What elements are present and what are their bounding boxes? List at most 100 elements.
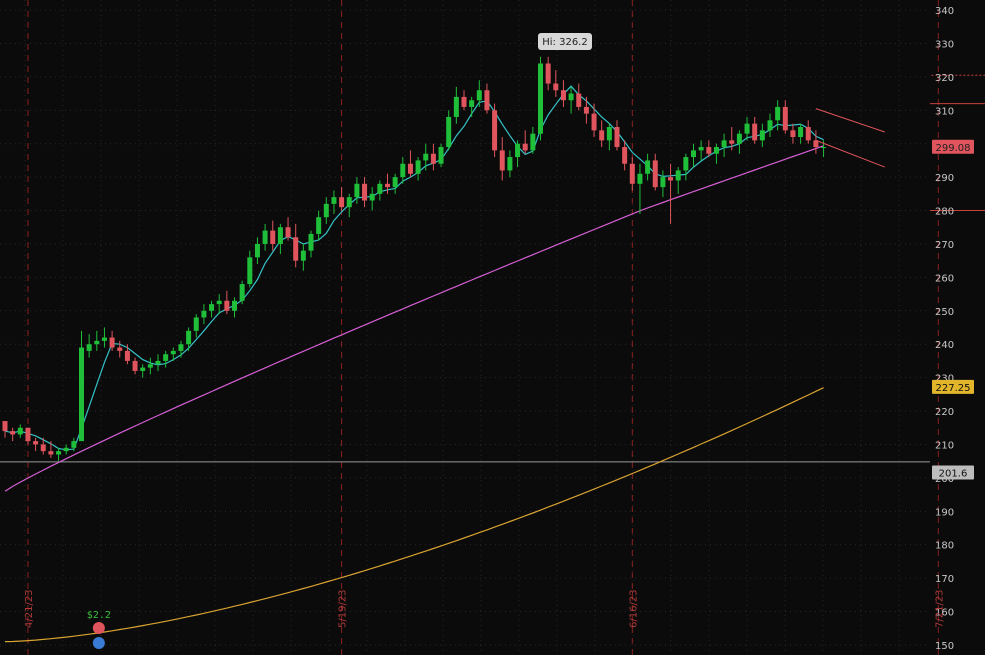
candle-up: [507, 157, 513, 171]
candle-up: [775, 106, 781, 121]
candle-down: [132, 360, 138, 371]
stock-chart[interactable]: 1501601701801902002102202302402502602702…: [0, 0, 985, 655]
candle-up: [660, 177, 666, 188]
candle-up: [736, 133, 742, 144]
candle-down: [499, 150, 505, 171]
y-tick-label: 260: [935, 273, 954, 284]
candle-up: [247, 257, 253, 285]
candle-up: [683, 157, 689, 171]
candle-up: [476, 90, 482, 101]
candle-up: [262, 230, 268, 244]
candle-down: [33, 441, 39, 445]
date-label: 7/21/23: [934, 589, 945, 628]
candle-up: [377, 183, 383, 194]
candle-down: [285, 227, 291, 238]
candle-up: [400, 163, 406, 178]
candle-down: [805, 126, 811, 141]
candle-up: [193, 317, 199, 331]
candle-up: [392, 177, 398, 188]
y-tick-label: 310: [935, 106, 954, 117]
candle-up: [759, 130, 765, 141]
candle-down: [706, 147, 712, 154]
trend-channel-line: [815, 139, 885, 168]
candle-up: [721, 140, 727, 148]
candle-down: [293, 237, 299, 261]
candle-down: [652, 160, 658, 188]
candles: [2, 56, 827, 462]
dividend-label: $2.2: [87, 610, 111, 621]
high-label: Hi: 326.2: [542, 37, 587, 48]
y-tick-label: 220: [935, 407, 954, 418]
candle-up: [147, 364, 153, 368]
candle-up: [86, 344, 92, 351]
candle-up: [56, 451, 62, 455]
candle-down: [729, 140, 735, 144]
candle-up: [645, 160, 651, 174]
candle-down: [790, 130, 796, 138]
candle-down: [407, 163, 413, 174]
y-tick-label: 280: [935, 207, 954, 218]
candle-up: [94, 340, 100, 345]
y-tick-label: 210: [935, 440, 954, 451]
y-tick-label: 250: [935, 307, 954, 318]
candle-up: [316, 217, 322, 234]
candle-up: [323, 203, 329, 218]
candle-up: [163, 354, 169, 361]
candle-up: [254, 243, 260, 258]
candle-up: [606, 126, 612, 141]
candle-down: [522, 143, 528, 151]
candle-up: [354, 183, 360, 198]
candle-down: [668, 177, 674, 181]
y-tick-label: 290: [935, 173, 954, 184]
candle-up: [744, 123, 750, 134]
candle-up: [423, 153, 429, 161]
candle-down: [270, 230, 276, 244]
candle-down: [430, 153, 436, 164]
date-markers: [27, 0, 939, 655]
candle-up: [216, 300, 222, 305]
candle-up: [331, 197, 337, 204]
candle-up: [568, 93, 574, 101]
candle-down: [2, 421, 8, 432]
candle-up: [767, 120, 773, 131]
candle-down: [10, 431, 16, 435]
candle-up: [530, 133, 536, 151]
candle-up: [178, 344, 184, 351]
candlestick-chart-svg[interactable]: 1501601701801902002102202302402502602702…: [0, 0, 985, 655]
candle-down: [484, 90, 490, 111]
candle-up: [798, 126, 804, 138]
candle-up: [698, 147, 704, 151]
candle-down: [560, 90, 566, 101]
candle-up: [201, 310, 207, 318]
high-annotation: Hi: 326.2: [538, 33, 592, 50]
candle-up: [453, 96, 459, 117]
candle-down: [599, 130, 605, 141]
earnings-icon: [92, 637, 105, 649]
price-tag-label: 201.6: [939, 469, 968, 480]
candle-down: [583, 106, 589, 114]
candle-down: [48, 451, 54, 455]
y-tick-label: 330: [935, 39, 954, 50]
candle-up: [515, 143, 521, 158]
candle-down: [591, 113, 597, 131]
candle-down: [622, 147, 628, 164]
candle-down: [40, 444, 46, 452]
candle-down: [385, 183, 390, 188]
candle-up: [369, 193, 375, 201]
candle-up: [232, 300, 237, 311]
trend-channel-line: [815, 108, 885, 133]
candle-down: [492, 110, 498, 151]
candle-up: [713, 147, 719, 154]
candle-up: [446, 116, 452, 148]
candle-up: [469, 100, 475, 107]
candle-up: [821, 147, 827, 149]
candle-down: [461, 96, 467, 107]
candle-up: [691, 150, 696, 158]
candle-up: [637, 173, 643, 184]
price-tag-label: 227.25: [936, 383, 971, 394]
y-tick-label: 340: [935, 6, 954, 17]
candle-up: [170, 350, 176, 355]
date-label: 6/16/23: [628, 589, 639, 628]
y-tick-label: 150: [935, 641, 954, 652]
candle-up: [415, 160, 421, 174]
